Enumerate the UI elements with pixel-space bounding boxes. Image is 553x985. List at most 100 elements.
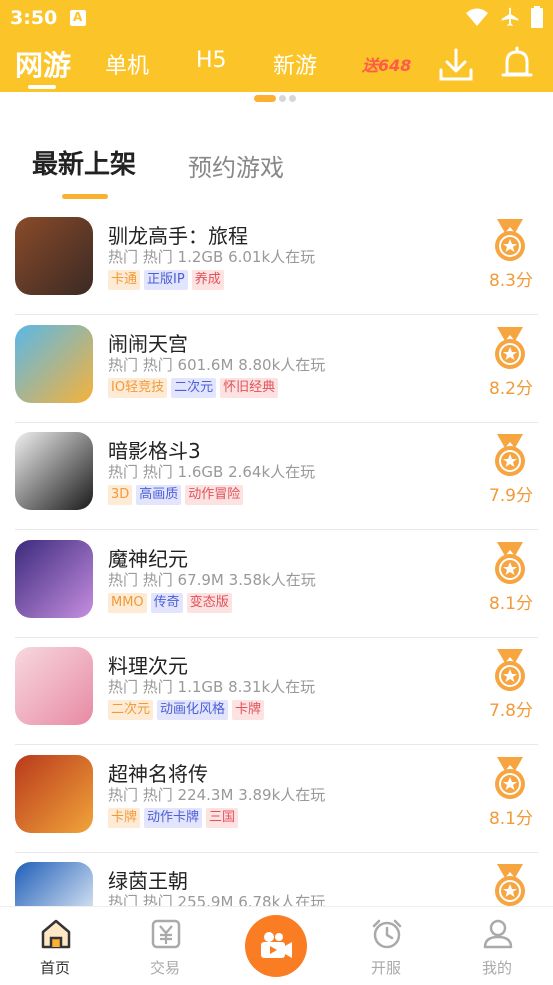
game-icon[interactable] bbox=[15, 217, 93, 295]
game-tag: 变态版 bbox=[186, 592, 232, 613]
game-tag: 动作冒险 bbox=[185, 485, 244, 505]
game-name: 绿茵王朝 bbox=[108, 869, 188, 893]
nav-home[interactable]: 首页 bbox=[15, 907, 95, 985]
status-bar: 3:50 bbox=[0, 0, 553, 38]
game-list-item[interactable]: 料理次元 热门 热门 1.1GB 8.31k人在玩 二次元 动画化风格 卡牌 7.8分 bbox=[0, 638, 553, 745]
active-tab-indicator bbox=[28, 85, 56, 89]
status-time: 3:50 bbox=[10, 7, 58, 29]
game-tags: MMO 传奇 变态版 bbox=[108, 592, 232, 613]
game-tag: 二次元 bbox=[108, 700, 154, 720]
tab-new-games[interactable]: 新游 bbox=[273, 48, 317, 80]
game-meta: 热门 热门 224.3M 3.89k人在玩 bbox=[108, 785, 326, 804]
game-tag: 传奇 bbox=[150, 592, 183, 613]
tab-h5[interactable]: H5 bbox=[196, 48, 227, 73]
promo-648-banner[interactable]: 送648 bbox=[362, 52, 430, 75]
medal-icon bbox=[495, 434, 525, 476]
bell-icon[interactable] bbox=[500, 46, 534, 82]
tab-reserved-games[interactable]: 预约游戏 bbox=[188, 148, 284, 183]
game-tag: 正版IP bbox=[144, 270, 188, 290]
page-dot bbox=[279, 94, 286, 102]
game-tag: 动作卡牌 bbox=[144, 807, 203, 828]
medal-icon bbox=[495, 649, 525, 691]
game-score: 8.1分 bbox=[488, 593, 533, 614]
game-list-item[interactable]: 闹闹天宫 热门 热门 601.6M 8.80k人在玩 IO轻竞技 二次元 怀旧经典 8.2… bbox=[0, 316, 553, 423]
game-name: 超神名将传 bbox=[108, 761, 208, 786]
game-tag: 3D bbox=[108, 485, 133, 505]
video-center-button[interactable] bbox=[245, 915, 307, 977]
game-meta: 热门 热门 601.6M 8.80k人在玩 bbox=[108, 355, 326, 374]
game-list-item[interactable]: 魔神纪元 热门 热门 67.9M 3.58k人在玩 MMO 传奇 变态版 8.1分 bbox=[0, 531, 553, 638]
game-tag: 二次元 bbox=[171, 377, 217, 398]
top-header: 3:50 网游 单机 H5 新游 送648 bbox=[0, 0, 553, 92]
game-tag: 养成 bbox=[191, 270, 224, 290]
game-icon[interactable] bbox=[15, 324, 93, 403]
game-tags: 二次元 动画化风格 卡牌 bbox=[108, 700, 265, 720]
game-tag: MMO bbox=[108, 592, 147, 613]
game-score: 8.3分 bbox=[488, 271, 533, 291]
nav-profile-label: 我的 bbox=[481, 959, 512, 977]
wifi-icon bbox=[466, 8, 488, 26]
game-name: 闹闹天宫 bbox=[108, 331, 188, 356]
banner-page-indicator bbox=[254, 94, 296, 102]
medal-icon bbox=[495, 864, 525, 906]
game-meta: 热门 热门 1.1GB 8.31k人在玩 bbox=[108, 678, 316, 696]
game-tag: 卡通 bbox=[108, 270, 141, 290]
game-meta: 热门 热门 1.2GB 6.01k人在玩 bbox=[108, 248, 316, 266]
game-tag: IO轻竞技 bbox=[108, 377, 168, 398]
game-score: 7.8分 bbox=[488, 701, 533, 721]
game-meta: 热门 热门 1.6GB 2.64k人在玩 bbox=[108, 463, 316, 481]
section-tab-indicator bbox=[62, 194, 108, 199]
game-icon[interactable] bbox=[15, 754, 93, 833]
game-name: 驯龙高手：旅程 bbox=[108, 224, 248, 248]
airplane-icon bbox=[501, 7, 519, 27]
game-score: 7.9分 bbox=[488, 486, 533, 506]
game-tags: 卡通 正版IP 养成 bbox=[108, 270, 224, 290]
game-score: 8.2分 bbox=[488, 378, 533, 399]
nav-trade[interactable]: 交易 bbox=[125, 907, 205, 985]
medal-icon bbox=[495, 326, 525, 369]
game-meta: 热门 热门 67.9M 3.58k人在玩 bbox=[108, 570, 316, 589]
game-tag: 高画质 bbox=[136, 485, 182, 505]
page-dot bbox=[289, 94, 296, 102]
game-icon[interactable] bbox=[15, 647, 93, 725]
medal-icon bbox=[495, 541, 525, 584]
nav-server-open[interactable]: 开服 bbox=[346, 907, 426, 985]
game-name: 暗影格斗3 bbox=[108, 439, 201, 463]
game-icon[interactable] bbox=[15, 432, 93, 510]
game-name: 魔神纪元 bbox=[108, 546, 188, 571]
status-icons bbox=[465, 6, 543, 28]
nav-profile[interactable]: 我的 bbox=[457, 907, 537, 985]
game-tag: 卡牌 bbox=[232, 700, 265, 720]
home-icon bbox=[41, 919, 71, 949]
tab-online-games[interactable]: 网游 bbox=[15, 44, 71, 84]
top-tabs: 网游 单机 H5 新游 送648 bbox=[0, 38, 553, 92]
tab-latest-releases[interactable]: 最新上架 bbox=[32, 144, 136, 181]
game-tags: IO轻竞技 二次元 怀旧经典 bbox=[108, 377, 279, 398]
game-list-item[interactable]: 暗影格斗3 热门 热门 1.6GB 2.64k人在玩 3D 高画质 动作冒险 7.9分 bbox=[0, 423, 553, 530]
battery-icon bbox=[531, 6, 543, 28]
profile-icon bbox=[483, 919, 513, 949]
game-list-item[interactable]: 超神名将传 热门 热门 224.3M 3.89k人在玩 卡牌 动作卡牌 三国 8.1分 bbox=[0, 746, 553, 853]
game-tag: 卡牌 bbox=[108, 807, 141, 828]
game-tags: 3D 高画质 动作冒险 bbox=[108, 485, 244, 505]
game-tag: 怀旧经典 bbox=[220, 377, 279, 398]
game-tag: 动画化风格 bbox=[157, 700, 229, 720]
game-tag: 三国 bbox=[206, 807, 239, 828]
game-icon[interactable] bbox=[15, 539, 93, 618]
alarm-clock-icon bbox=[372, 919, 402, 949]
download-icon[interactable] bbox=[438, 48, 474, 82]
page-dot-active bbox=[254, 94, 276, 102]
nav-server-label: 开服 bbox=[370, 959, 401, 977]
notification-a-icon bbox=[70, 10, 86, 26]
tab-single-player[interactable]: 单机 bbox=[105, 48, 149, 80]
nav-home-label: 首页 bbox=[39, 959, 70, 977]
game-list-item[interactable]: 驯龙高手：旅程 热门 热门 1.2GB 6.01k人在玩 卡通 正版IP 养成 8.3分 bbox=[0, 208, 553, 315]
video-camera-icon bbox=[261, 932, 292, 958]
nav-trade-label: 交易 bbox=[149, 959, 180, 977]
game-score: 8.1分 bbox=[488, 808, 533, 829]
medal-icon bbox=[495, 756, 525, 799]
trade-icon bbox=[151, 919, 181, 949]
bottom-navigation: 首页 交易 开服 我的 bbox=[0, 906, 553, 985]
game-tags: 卡牌 动作卡牌 三国 bbox=[108, 807, 239, 828]
game-name: 料理次元 bbox=[108, 654, 188, 678]
